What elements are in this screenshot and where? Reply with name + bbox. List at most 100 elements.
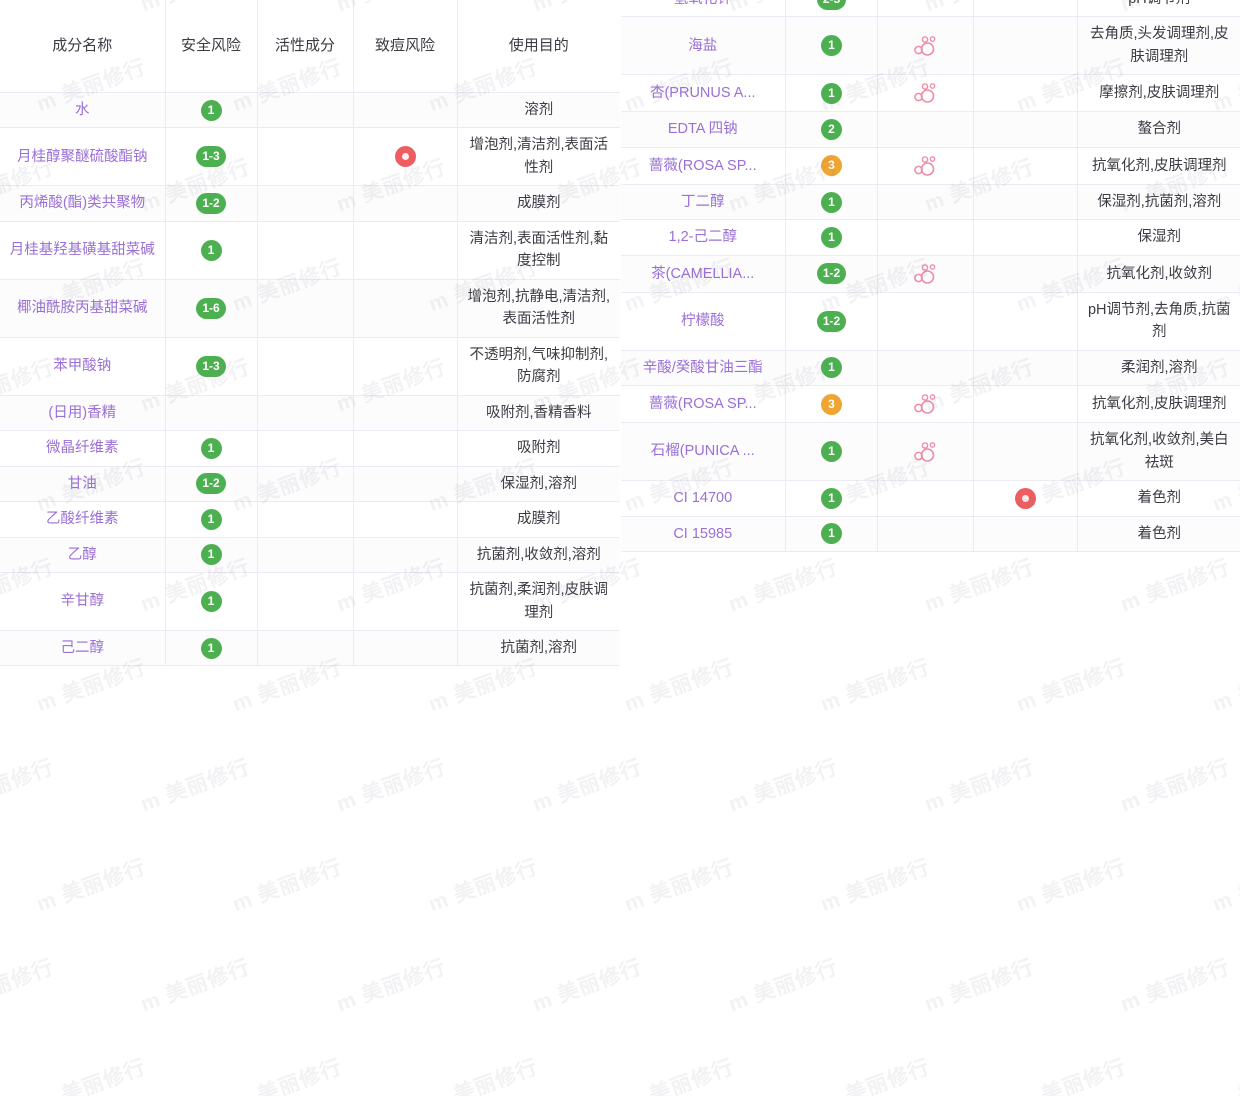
ingredient-name[interactable]: 月桂基羟基磺基甜菜碱 [0, 221, 165, 279]
table-row[interactable]: 海盐1去角质,头发调理剂,皮肤调理剂 [621, 17, 1240, 75]
ingredient-name[interactable]: 微晶纤维素 [0, 431, 165, 466]
acne-risk-cell [353, 337, 457, 395]
safety-risk-badge: 1-2 [196, 473, 225, 494]
table-row[interactable]: 石榴(PUNICA ...1抗氧化剂,收敛剂,美白祛斑 [621, 423, 1240, 481]
ingredient-name[interactable]: 己二醇 [0, 630, 165, 665]
table-row[interactable]: 水1溶剂 [0, 93, 620, 128]
table-row[interactable]: 辛酸/癸酸甘油三酯1柔润剂,溶剂 [621, 350, 1240, 385]
ingredient-name[interactable]: (日用)香精 [0, 395, 165, 430]
table-row[interactable]: 微晶纤维素1吸附剂 [0, 431, 620, 466]
purpose-cell: 成膜剂 [457, 502, 620, 537]
ingredient-name[interactable]: 水 [0, 93, 165, 128]
ingredient-name[interactable]: 石榴(PUNICA ... [621, 423, 786, 481]
table-row[interactable]: 氢氧化钾2-5pH调节剂 [621, 0, 1240, 17]
table-row[interactable]: EDTA 四钠 2 螯合剂 [621, 112, 1240, 147]
table-row[interactable]: 杏(PRUNUS A...1摩擦剂,皮肤调理剂 [621, 75, 1240, 112]
purpose-cell: 抗氧化剂,皮肤调理剂 [1078, 386, 1240, 423]
purpose-cell: 螯合剂 [1078, 112, 1240, 147]
acne-risk-cell [974, 75, 1078, 112]
ingredient-name[interactable]: 月桂醇聚醚硫酸酯钠 [0, 128, 165, 186]
table-row[interactable]: 乙酸纤维素1成膜剂 [0, 502, 620, 537]
table-row[interactable]: 月桂醇聚醚硫酸酯钠1-3增泡剂,清洁剂,表面活性剂 [0, 128, 620, 186]
active-ingredient-cell [878, 220, 974, 255]
safety-risk-cell: 1 [165, 221, 257, 279]
ingredient-name[interactable]: 乙酸纤维素 [0, 502, 165, 537]
safety-risk-cell: 1 [786, 17, 878, 75]
ingredient-tables-page: 成分名称 安全风险 活性成分 致痘风险 使用目的 水1溶剂月桂醇聚醚硫酸酯钠1-… [0, 0, 1240, 1096]
table-row[interactable]: 1,2-己二醇1保湿剂 [621, 220, 1240, 255]
column-header-active-ingredient: 活性成分 [257, 0, 353, 93]
table-row[interactable]: 柠檬酸1-2pH调节剂,去角质,抗菌剂 [621, 292, 1240, 350]
ingredient-name[interactable]: 苯甲酸钠 [0, 337, 165, 395]
safety-risk-cell: 1-2 [165, 186, 257, 221]
table-row[interactable]: 椰油酰胺丙基甜菜碱1-6增泡剂,抗静电,清洁剂,表面活性剂 [0, 279, 620, 337]
bubbles-icon [913, 154, 939, 178]
bubbles-icon [913, 262, 939, 286]
ingredient-name[interactable]: 椰油酰胺丙基甜菜碱 [0, 279, 165, 337]
safety-risk-badge: 1 [821, 35, 842, 56]
safety-risk-badge: 2 [821, 119, 842, 140]
ingredient-name[interactable]: 甘油 [0, 466, 165, 501]
purpose-cell: 吸附剂 [457, 431, 620, 466]
acne-risk-cell [974, 17, 1078, 75]
safety-risk-badge: 2-5 [817, 0, 846, 10]
ingredient-name[interactable]: 1,2-己二醇 [621, 220, 786, 255]
table-row[interactable]: 月桂基羟基磺基甜菜碱1 清洁剂,表面活性剂,黏度控制 [0, 221, 620, 279]
safety-risk-badge: 1 [821, 227, 842, 248]
ingredient-name[interactable]: EDTA 四钠 [621, 112, 786, 147]
table-row[interactable]: 乙醇1抗菌剂,收敛剂,溶剂 [0, 537, 620, 572]
ingredient-name[interactable]: 氢氧化钾 [621, 0, 786, 17]
table-row[interactable]: CI 147001着色剂 [621, 481, 1240, 516]
ingredient-name[interactable]: 茶(CAMELLIA... [621, 255, 786, 292]
ingredient-name[interactable]: 辛甘醇 [0, 573, 165, 631]
table-row[interactable]: 辛甘醇1抗菌剂,柔润剂,皮肤调理剂 [0, 573, 620, 631]
safety-risk-cell: 1-6 [165, 279, 257, 337]
acne-risk-cell [974, 255, 1078, 292]
safety-risk-cell [165, 395, 257, 430]
table-row[interactable]: (日用)香精吸附剂,香精香料 [0, 395, 620, 430]
ingredient-name[interactable]: CI 14700 [621, 481, 786, 516]
table-row[interactable]: CI 159851着色剂 [621, 516, 1240, 551]
ingredient-name[interactable]: 乙醇 [0, 537, 165, 572]
purpose-cell: 抗氧化剂,收敛剂 [1078, 255, 1240, 292]
acne-risk-cell [974, 147, 1078, 184]
table-row[interactable]: 己二醇1抗菌剂,溶剂 [0, 630, 620, 665]
purpose-cell: 清洁剂,表面活性剂,黏度控制 [457, 221, 620, 279]
active-ingredient-cell [257, 502, 353, 537]
table-row[interactable]: 蔷薇(ROSA SP...3抗氧化剂,皮肤调理剂 [621, 386, 1240, 423]
bubbles-icon [913, 392, 939, 416]
acne-risk-cell [353, 186, 457, 221]
safety-risk-cell: 1-3 [165, 128, 257, 186]
table-row[interactable]: 甘油1-2保湿剂,溶剂 [0, 466, 620, 501]
ingredient-name[interactable]: 丁二醇 [621, 184, 786, 219]
active-ingredient-cell [878, 516, 974, 551]
purpose-cell: pH调节剂,去角质,抗菌剂 [1078, 292, 1240, 350]
safety-risk-cell: 1 [786, 184, 878, 219]
ingredient-name[interactable]: 辛酸/癸酸甘油三酯 [621, 350, 786, 385]
table-row[interactable]: 蔷薇(ROSA SP... 3 抗氧化剂,皮肤调理剂 [621, 147, 1240, 184]
purpose-cell: 抗氧化剂,皮肤调理剂 [1078, 147, 1240, 184]
ingredient-table-right: 氢氧化钾2-5pH调节剂海盐1去角质,头发调理剂,皮肤调理剂杏(PRUNUS A… [621, 0, 1240, 552]
active-ingredient-cell [257, 221, 353, 279]
ingredient-table-left: 成分名称 安全风险 活性成分 致痘风险 使用目的 水1溶剂月桂醇聚醚硫酸酯钠1-… [0, 0, 620, 666]
ingredient-name[interactable]: 丙烯酸(酯)类共聚物 [0, 186, 165, 221]
acne-risk-icon [1015, 488, 1036, 509]
acne-risk-cell [353, 502, 457, 537]
active-ingredient-cell [257, 395, 353, 430]
ingredient-name[interactable]: 蔷薇(ROSA SP... [621, 386, 786, 423]
table-row[interactable]: 苯甲酸钠1-3不透明剂,气味抑制剂,防腐剂 [0, 337, 620, 395]
table-row[interactable]: 丁二醇1保湿剂,抗菌剂,溶剂 [621, 184, 1240, 219]
ingredient-name[interactable]: 海盐 [621, 17, 786, 75]
active-ingredient-cell [878, 292, 974, 350]
ingredient-name[interactable]: 杏(PRUNUS A... [621, 75, 786, 112]
safety-risk-cell: 1 [786, 220, 878, 255]
active-ingredient-cell [878, 75, 974, 112]
active-ingredient-cell [257, 466, 353, 501]
table-row[interactable]: 茶(CAMELLIA...1-2抗氧化剂,收敛剂 [621, 255, 1240, 292]
right-table-column: 氢氧化钾2-5pH调节剂海盐1去角质,头发调理剂,皮肤调理剂杏(PRUNUS A… [620, 0, 1240, 1096]
ingredient-name[interactable]: 柠檬酸 [621, 292, 786, 350]
ingredient-name[interactable]: CI 15985 [621, 516, 786, 551]
safety-risk-badge: 3 [821, 155, 842, 176]
table-row[interactable]: 丙烯酸(酯)类共聚物1-2成膜剂 [0, 186, 620, 221]
ingredient-name[interactable]: 蔷薇(ROSA SP... [621, 147, 786, 184]
